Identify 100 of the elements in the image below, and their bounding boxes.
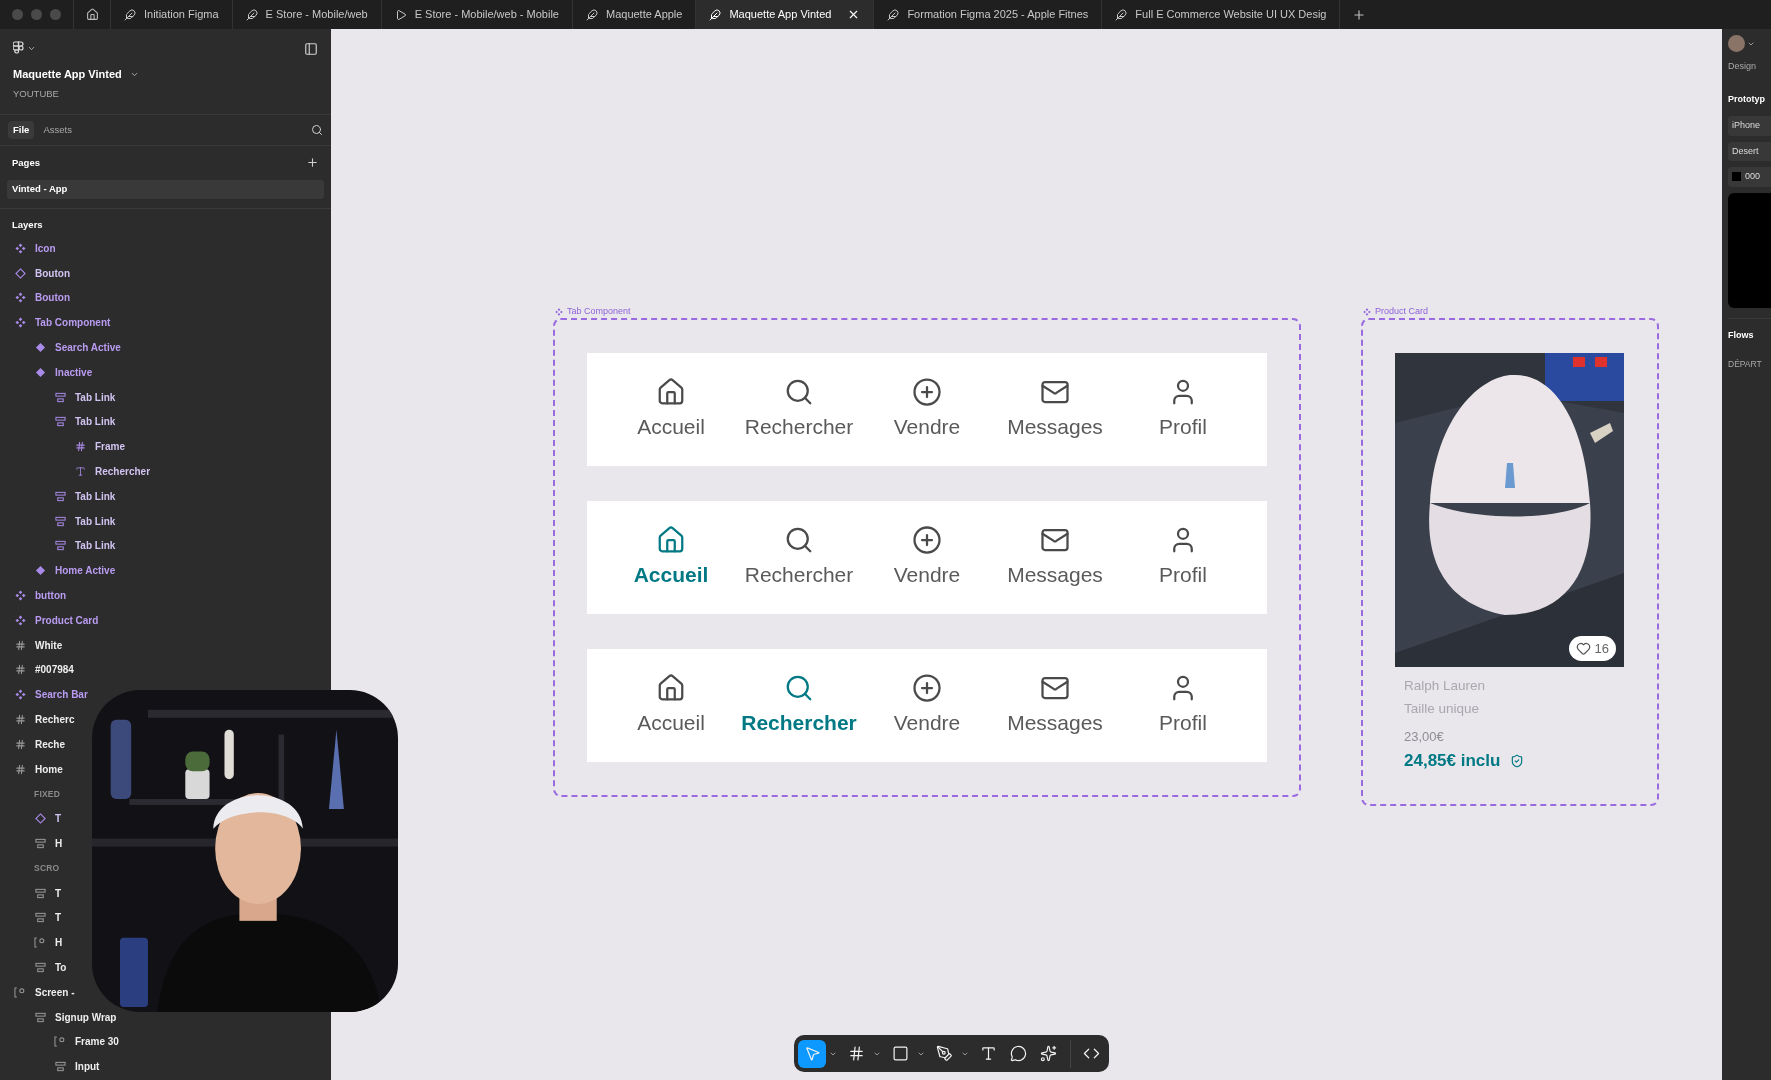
stack-icon xyxy=(34,838,46,849)
home-icon xyxy=(656,376,686,407)
avatar[interactable] xyxy=(1728,35,1745,52)
layer-name[interactable]: To xyxy=(55,960,67,975)
stack-icon xyxy=(54,391,66,403)
layer-name[interactable]: Tab Component xyxy=(35,315,111,331)
layer-name[interactable]: Search Bar xyxy=(35,687,88,703)
layer-name[interactable]: White xyxy=(35,637,63,653)
feather-icon xyxy=(245,8,258,21)
brand-text: Ralph Lauren xyxy=(1404,677,1487,695)
stack-icon xyxy=(34,912,46,924)
layer-name[interactable]: Tab Link xyxy=(75,389,116,405)
tool-button[interactable] xyxy=(798,1039,826,1068)
size-text: Taille unique xyxy=(1404,700,1481,719)
tab-link[interactable]: Vendre xyxy=(863,524,991,591)
tab-link[interactable]: Rechercher xyxy=(735,376,863,443)
prototype-tab[interactable]: Prototyp xyxy=(1728,73,1771,106)
tab-link[interactable]: Rechercher xyxy=(735,672,863,739)
layer-name[interactable]: Rechercher xyxy=(95,464,151,480)
new-tab-icon[interactable] xyxy=(1352,7,1367,22)
layer-name[interactable]: T xyxy=(55,811,62,827)
play-icon xyxy=(394,8,407,21)
frame-icon xyxy=(14,738,26,750)
component-icon xyxy=(14,590,26,602)
layer-name[interactable]: Bouton xyxy=(35,265,70,281)
layer-name[interactable]: Bouton xyxy=(35,290,70,306)
frame-label[interactable]: Tab Component xyxy=(567,305,631,319)
layer-name[interactable]: Home Active xyxy=(55,563,116,579)
layer-name[interactable]: Recherc xyxy=(35,712,75,728)
model-field[interactable]: Desert xyxy=(1728,141,1771,161)
layer-name[interactable]: T xyxy=(55,910,62,926)
tab-link[interactable]: Vendre xyxy=(863,672,991,739)
tab-link[interactable]: Messages xyxy=(991,672,1119,739)
layer-name[interactable]: Tab Link xyxy=(75,538,116,554)
layer-name[interactable]: T xyxy=(55,885,62,901)
frame-icon xyxy=(14,664,26,676)
layer-name[interactable]: Tab Link xyxy=(75,513,116,529)
pen-icon xyxy=(935,1045,953,1062)
layer-name[interactable]: Signup Wrap xyxy=(55,1009,117,1025)
panel-toggle-icon[interactable] xyxy=(304,41,318,56)
layer-name[interactable]: Reche xyxy=(35,736,65,752)
shield-check-icon xyxy=(1510,753,1525,768)
layer-name[interactable]: H xyxy=(55,836,63,851)
tab-link[interactable]: Profil xyxy=(1119,672,1247,739)
tab-link[interactable]: Profil xyxy=(1119,376,1247,443)
layer-name[interactable]: Home xyxy=(35,761,63,777)
layer-name[interactable]: Tab Link xyxy=(75,414,116,430)
section-label[interactable]: SCRO xyxy=(34,861,60,875)
color-field[interactable]: 000 xyxy=(1728,167,1771,187)
tab-link[interactable]: Accueil xyxy=(607,524,735,591)
tab-link[interactable]: Accueil xyxy=(607,672,735,739)
layer-name[interactable]: Screen - xyxy=(35,984,75,1000)
add-page-icon[interactable] xyxy=(306,156,319,170)
panel-tab[interactable]: File xyxy=(8,120,35,139)
file-name[interactable]: Maquette App Vinted xyxy=(13,66,122,83)
heart-icon xyxy=(1575,640,1591,656)
layer-name[interactable]: Search Active xyxy=(55,340,121,356)
device-field[interactable]: iPhone xyxy=(1728,116,1771,136)
layer-name[interactable]: Frame 30 xyxy=(75,1034,119,1050)
layer-name[interactable]: H xyxy=(55,935,63,951)
frame-label[interactable]: Product Card xyxy=(1375,305,1429,319)
layer-name[interactable]: Input xyxy=(75,1059,100,1075)
layers-heading: Layers xyxy=(11,217,44,232)
flow-item[interactable]: DÉPART xyxy=(1728,342,1771,371)
tab-link[interactable]: Rechercher xyxy=(735,524,863,591)
section-label[interactable]: FIXED xyxy=(34,787,61,801)
home-icon xyxy=(656,524,686,555)
layer-name[interactable]: Icon xyxy=(35,240,56,256)
component-icon xyxy=(14,614,26,626)
layer-name[interactable]: Frame xyxy=(95,439,125,455)
panel-tab[interactable]: Assets xyxy=(38,120,77,139)
layer-name[interactable]: button xyxy=(35,588,67,604)
stack-icon xyxy=(54,540,66,552)
tab-link[interactable]: Profil xyxy=(1119,524,1247,591)
tab-link[interactable]: Accueil xyxy=(607,376,735,443)
tab-link[interactable]: Messages xyxy=(991,524,1119,591)
feather-icon xyxy=(586,8,598,21)
design-tab[interactable]: Design xyxy=(1728,52,1771,74)
diamond-icon xyxy=(14,267,26,279)
browser-tab[interactable]: Maquette App Vinted xyxy=(696,0,875,29)
frame-icon xyxy=(847,1045,865,1062)
layer-name[interactable]: Product Card xyxy=(35,612,99,628)
search-icon[interactable] xyxy=(311,123,323,136)
layer-name[interactable]: #007984 xyxy=(35,662,74,678)
product-card-frame[interactable]: 16 Ralph Lauren Taille unique 23,00€ 24,85€ inclu xyxy=(1361,318,1659,806)
caret-icon[interactable] xyxy=(27,44,36,53)
tab-link[interactable]: Messages xyxy=(991,376,1119,443)
frame-icon xyxy=(14,763,26,775)
page-item[interactable]: Vinted - App xyxy=(7,179,324,199)
component-icon xyxy=(555,307,563,316)
logo-icon[interactable] xyxy=(13,41,24,56)
tab-link[interactable]: Vendre xyxy=(863,376,991,443)
layer-name[interactable]: Tab Link xyxy=(75,488,116,504)
tab-component-frame[interactable]: Accueil Rechercher Vendre Messages Profil Accueil Rechercher Vendre Messages Profil Accueil Rechercher Vendre Messages Profil xyxy=(553,318,1301,797)
pages-heading: Pages xyxy=(12,155,40,170)
layer-name[interactable]: Inactive xyxy=(55,364,93,380)
plus-circle-icon xyxy=(912,672,942,703)
stack-icon xyxy=(34,1011,46,1023)
stack-icon xyxy=(34,887,46,899)
home-icon[interactable] xyxy=(85,8,99,21)
